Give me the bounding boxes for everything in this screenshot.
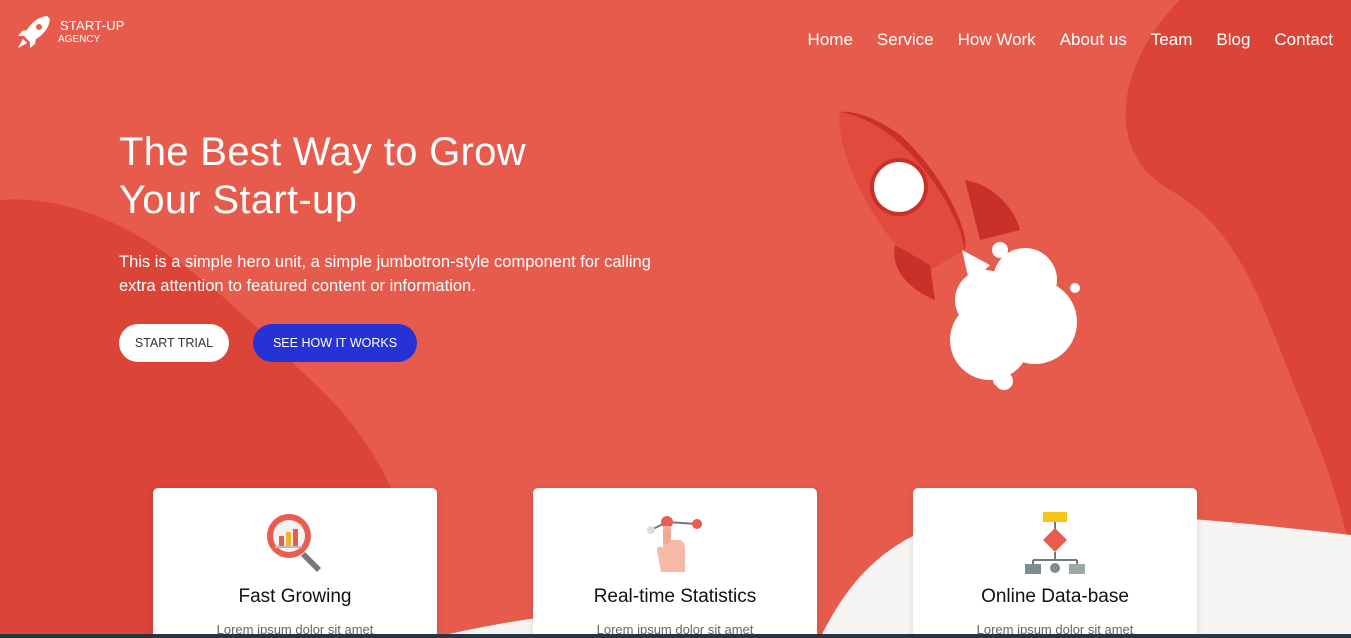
brand-subtitle: AGENCY: [58, 34, 101, 45]
start-trial-button[interactable]: START TRIAL: [119, 324, 229, 362]
hero-title-line2: Your Start-up: [119, 178, 358, 222]
hero-buttons: START TRIAL SEE HOW IT WORKS: [119, 324, 719, 362]
brand-title: START-UP: [60, 18, 125, 33]
nav-contact[interactable]: Contact: [1274, 30, 1333, 50]
hero-description: This is a simple hero unit, a simple jum…: [119, 253, 651, 295]
bottom-edge: [0, 634, 1351, 638]
brand-logo[interactable]: START-UP AGENCY: [14, 12, 125, 52]
hand-graph-icon: [647, 516, 702, 572]
see-how-it-works-button[interactable]: SEE HOW IT WORKS: [253, 324, 417, 362]
rocket-logo-icon: [18, 16, 50, 48]
nav-team[interactable]: Team: [1151, 30, 1193, 50]
card-title: Online Data-base: [981, 586, 1129, 607]
hero-title-line1: The Best Way to Grow: [119, 130, 526, 174]
feature-card-fast-growing[interactable]: Fast Growing Lorem ipsum dolor sit amet: [153, 488, 437, 638]
feature-card-real-time-statistics[interactable]: Real-time Statistics Lorem ipsum dolor s…: [533, 488, 817, 638]
nav-home[interactable]: Home: [808, 30, 853, 50]
nav-blog[interactable]: Blog: [1216, 30, 1250, 50]
hero-section: The Best Way to Grow Your Start-up This …: [119, 128, 719, 362]
rocket-illustration-icon: [839, 111, 1080, 390]
main-nav: Home Service How Work About us Team Blog…: [808, 30, 1333, 50]
card-title: Fast Growing: [238, 586, 352, 607]
database-network-icon: [1025, 512, 1085, 574]
feature-card-online-data-base[interactable]: Online Data-base Lorem ipsum dolor sit a…: [913, 488, 1197, 638]
card-title: Real-time Statistics: [593, 586, 757, 607]
nav-service[interactable]: Service: [877, 30, 934, 50]
magnifier-chart-icon: [267, 514, 321, 572]
hero-title: The Best Way to Grow Your Start-up: [119, 128, 719, 224]
nav-about-us[interactable]: About us: [1060, 30, 1127, 50]
nav-how-work[interactable]: How Work: [958, 30, 1036, 50]
